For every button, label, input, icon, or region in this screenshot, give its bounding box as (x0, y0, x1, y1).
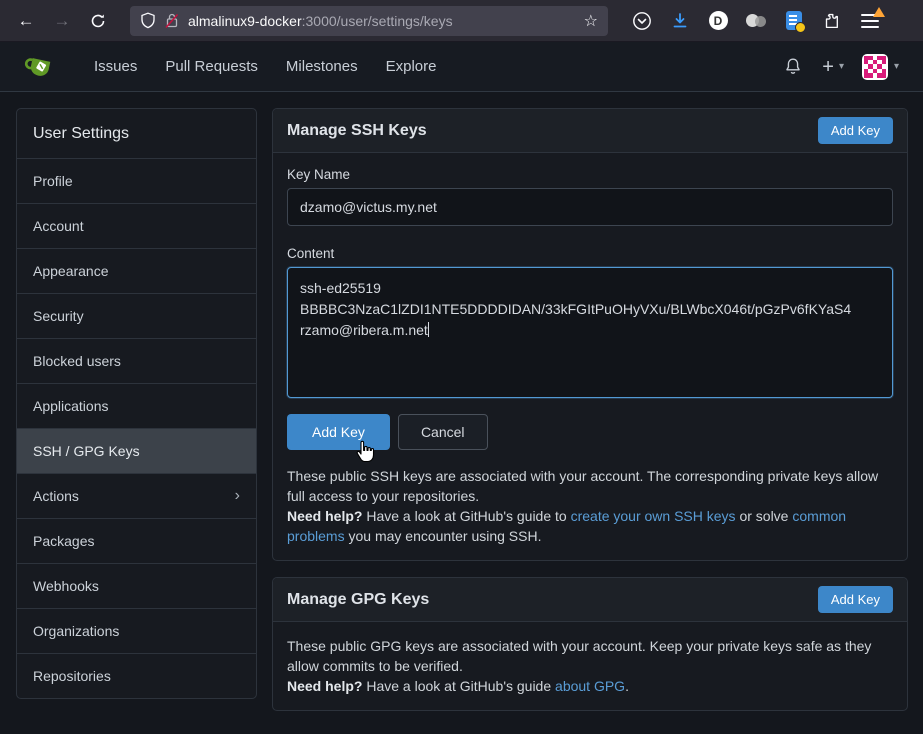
back-button[interactable]: ← (10, 6, 42, 36)
forward-button[interactable]: → (46, 6, 78, 36)
sidebar-item-account[interactable]: Account (17, 203, 256, 248)
document-extension-icon[interactable] (782, 9, 806, 33)
forward-arrow-icon: → (54, 11, 71, 31)
nav-item-explore[interactable]: Explore (372, 58, 451, 75)
reload-icon (90, 13, 106, 29)
sidebar-item-profile[interactable]: Profile (17, 158, 256, 203)
add-key-submit-button[interactable]: Add Key (287, 414, 390, 450)
sidebar-item-security[interactable]: Security (17, 293, 256, 338)
url-host: almalinux9-docker (188, 13, 302, 29)
menu-button[interactable] (858, 9, 882, 33)
url-text: almalinux9-docker:3000/user/settings/key… (188, 13, 576, 29)
text-caret (428, 322, 429, 337)
hamburger-icon (861, 14, 879, 28)
download-icon[interactable] (668, 9, 692, 33)
sidebar-item-webhooks[interactable]: Webhooks (17, 563, 256, 608)
update-badge-icon (873, 7, 885, 17)
settings-sidebar: User Settings Profile Account Appearance… (16, 108, 257, 699)
app-navbar: Issues Pull Requests Milestones Explore … (0, 42, 923, 92)
gpg-add-key-button[interactable]: Add Key (818, 586, 893, 613)
insecure-lock-icon[interactable] (164, 12, 180, 29)
sidebar-item-packages[interactable]: Packages (17, 518, 256, 563)
notifications-bell-icon[interactable] (782, 56, 804, 78)
user-menu[interactable]: ▾ (862, 54, 899, 80)
need-help-label: Need help? (287, 678, 362, 694)
sidebar-item-ssh-gpg-keys[interactable]: SSH / GPG Keys (17, 428, 256, 473)
bookmark-star-icon[interactable]: ☆ (584, 11, 598, 31)
browser-toolbar: ← → almalinux9-docker:3000/user/settings… (0, 0, 923, 42)
key-content-textarea[interactable]: ssh-ed25519 BBBBC3NzaC1lZDI1NTE5DDDDIDAN… (287, 267, 893, 398)
back-arrow-icon: ← (18, 11, 35, 31)
ssh-panel-title: Manage SSH Keys (287, 122, 427, 140)
about-gpg-link[interactable]: about GPG (555, 678, 625, 694)
create-ssh-keys-link[interactable]: create your own SSH keys (571, 508, 736, 524)
need-help-label: Need help? (287, 508, 362, 524)
plus-icon: + (822, 57, 834, 77)
extension-puzzle-icon[interactable] (820, 9, 844, 33)
create-new-dropdown[interactable]: + ▾ (822, 57, 844, 77)
gpg-panel-title: Manage GPG Keys (287, 591, 429, 609)
ssh-keys-panel: Manage SSH Keys Add Key Key Name Content… (272, 108, 908, 561)
sidebar-item-actions[interactable]: Actions › (17, 473, 256, 518)
sidebar-item-repositories[interactable]: Repositories (17, 653, 256, 698)
key-name-input[interactable] (287, 188, 893, 226)
chevron-right-icon: › (235, 487, 240, 505)
cancel-button[interactable]: Cancel (398, 414, 488, 450)
duckduckgo-extension-icon[interactable]: D (706, 9, 730, 33)
sidebar-item-appearance[interactable]: Appearance (17, 248, 256, 293)
ssh-add-key-header-button[interactable]: Add Key (818, 117, 893, 144)
sidebar-item-applications[interactable]: Applications (17, 383, 256, 428)
avatar (862, 54, 888, 80)
reload-button[interactable] (82, 6, 114, 36)
sidebar-item-blocked-users[interactable]: Blocked users (17, 338, 256, 383)
extension-area: D (630, 9, 882, 33)
nav-item-milestones[interactable]: Milestones (272, 58, 372, 75)
key-name-label: Key Name (287, 167, 893, 182)
pocket-icon[interactable] (630, 9, 654, 33)
gitea-logo-icon[interactable] (24, 51, 58, 83)
chevron-down-icon: ▾ (839, 61, 844, 72)
circles-extension-icon[interactable] (744, 9, 768, 33)
url-bar[interactable]: almalinux9-docker:3000/user/settings/key… (130, 6, 608, 36)
sidebar-title: User Settings (17, 109, 256, 158)
sidebar-item-organizations[interactable]: Organizations (17, 608, 256, 653)
shield-icon[interactable] (140, 12, 156, 29)
nav-item-pull-requests[interactable]: Pull Requests (151, 58, 272, 75)
gpg-keys-panel: Manage GPG Keys Add Key These public GPG… (272, 577, 908, 711)
ssh-help-text: These public SSH keys are associated wit… (287, 466, 893, 546)
chevron-down-icon: ▾ (894, 61, 899, 72)
url-path: :3000/user/settings/keys (302, 13, 453, 29)
nav-item-issues[interactable]: Issues (80, 58, 151, 75)
gpg-help-text: These public GPG keys are associated wit… (287, 636, 893, 696)
content-label: Content (287, 246, 893, 261)
